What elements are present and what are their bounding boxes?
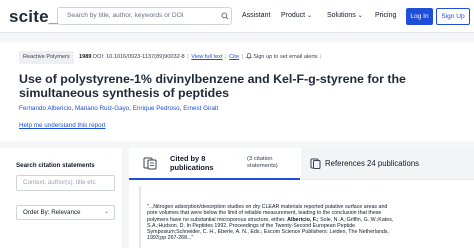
nav-assistant-label: Assistant	[242, 12, 271, 19]
search-button[interactable]	[218, 7, 232, 25]
nav-pricing-label: Pricing	[375, 12, 397, 19]
citation-line: 1993;pp 267-268..."	[147, 235, 194, 242]
paper-title: Use of polystyrene-1% divinylbenzene and…	[19, 72, 406, 100]
login-button[interactable]: Log In	[406, 8, 433, 25]
publication-year: 1989	[79, 54, 92, 60]
author-separator: ,	[129, 105, 132, 112]
nav-solutions-label: Solutions	[327, 12, 356, 19]
paper-header: Reactive Polymers 1989 DOI: 10.1016/0923…	[0, 42, 474, 141]
meta-separator: |	[320, 54, 322, 60]
chevron-down-icon: ⌄	[103, 209, 109, 215]
search-input[interactable]: Search by title, author, keywords or DOI	[57, 7, 232, 25]
order-by-select[interactable]: Order By: Relevance ⌄	[16, 205, 115, 220]
citation-search-sidebar: Search citation statements Context, auth…	[0, 148, 122, 248]
references-icon	[310, 158, 321, 169]
scite-logo[interactable]: scite_	[9, 7, 58, 27]
meta-separator: |	[187, 54, 189, 60]
signup-button[interactable]: Sign Up	[436, 8, 470, 25]
cite-link[interactable]: Cite	[229, 54, 239, 60]
help-understand-link[interactable]: Help me understand this report	[19, 122, 105, 129]
citation-search-input[interactable]: Context, author(s), title etc	[16, 175, 115, 191]
meta-separator: |	[241, 54, 244, 60]
author-link[interactable]: Mariano Ruiz-Gayo	[75, 105, 129, 112]
citation-statement-card: "...Nitrogen adsorption/desorption studi…	[139, 186, 469, 248]
author-link[interactable]: Enrique Pedroso	[133, 105, 180, 112]
author-link[interactable]: Fernando Albericio	[19, 105, 72, 112]
nav-product[interactable]: Product ⌄	[281, 12, 312, 19]
nav-assistant[interactable]: Assistant	[242, 12, 270, 19]
logo-text: scite	[9, 7, 49, 26]
sidebar-title: Search citation statements	[16, 162, 95, 169]
citing-publications-icon	[143, 157, 157, 170]
author-separator: ,	[179, 105, 182, 112]
meta-separator: |	[225, 54, 227, 60]
view-full-text-link[interactable]: View full text	[191, 54, 222, 60]
nav-solutions[interactable]: Solutions ⌄	[327, 12, 363, 19]
nav-pricing[interactable]: Pricing	[375, 12, 396, 19]
nav-product-label: Product	[281, 12, 306, 19]
cited-by-count: Cited by 8	[170, 154, 206, 163]
doi-text: DOI: 10.1016/0923-1137(89)90032-8	[93, 54, 185, 60]
citations-panel: Cited by 8 publications (3 citation stat…	[129, 148, 474, 248]
citation-statements-label: statements)	[247, 163, 278, 169]
references-label: References 24 publications	[325, 159, 420, 168]
citation-statements-count: (3 citation	[247, 156, 273, 162]
cited-author-highlight: Albericio, F.;	[287, 216, 321, 223]
journal-badge[interactable]: Reactive Polymers	[19, 51, 74, 64]
cited-by-label: publications	[170, 163, 214, 172]
author-link[interactable]: Ernest Giralt	[183, 105, 218, 112]
chevron-down-icon: ⌄	[307, 13, 313, 19]
author-list: Fernando Albericio, Mariano Ruiz-Gayo, E…	[19, 105, 218, 112]
chevron-down-icon: ⌄	[357, 13, 363, 19]
search-icon	[221, 12, 229, 20]
tab-cited-by[interactable]: Cited by 8 publications (3 citation stat…	[129, 148, 300, 180]
email-alerts-label: Sign up to set email alerts	[253, 54, 318, 60]
top-navbar: scite_ Search by title, author, keywords…	[0, 0, 474, 33]
paper-meta: 1989 DOI: 10.1016/0923-1137(89)90032-8 |…	[79, 53, 323, 60]
citation-excerpt: "...Nitrogen adsorption/desorption studi…	[147, 204, 465, 242]
tab-references[interactable]: References 24 publications	[301, 148, 474, 180]
email-alerts-button[interactable]: Sign up to set email alerts	[245, 53, 318, 60]
bell-icon	[245, 53, 252, 59]
order-by-value: Order By: Relevance	[23, 209, 81, 216]
author-separator: ,	[71, 105, 74, 112]
